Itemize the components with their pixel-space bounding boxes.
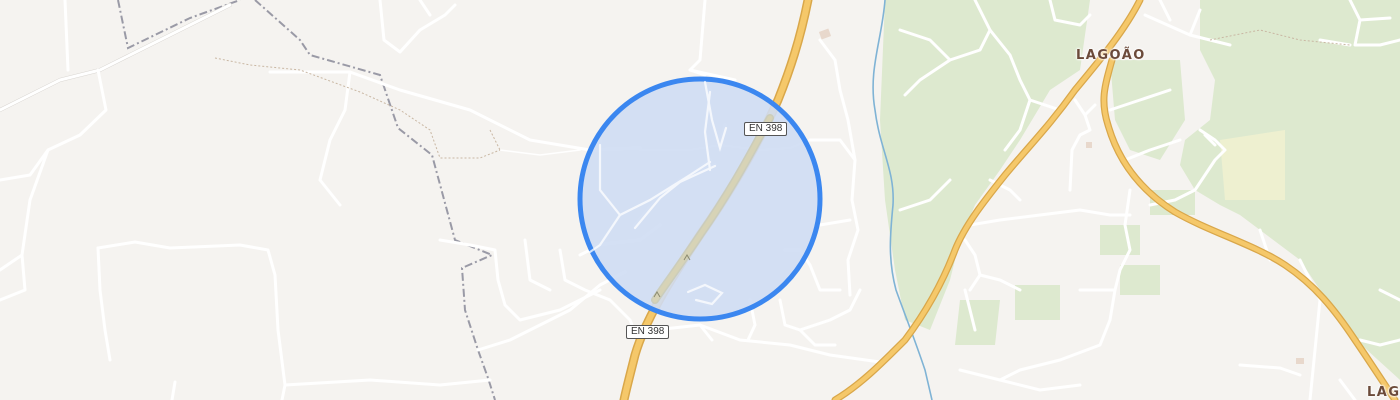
road-shield-en398-upper: EN 398	[744, 122, 788, 136]
map-canvas[interactable]	[0, 0, 1400, 400]
map-view[interactable]: EN 398 EN 398 LAGOÃO LAG	[0, 0, 1400, 400]
place-label-lagoao: LAGOÃO	[1076, 48, 1146, 63]
park-areas	[1220, 130, 1285, 200]
place-label-lag: LAG	[1367, 385, 1400, 400]
road-shield-en398-lower: EN 398	[626, 325, 670, 339]
location-accuracy-circle[interactable]	[577, 76, 823, 322]
